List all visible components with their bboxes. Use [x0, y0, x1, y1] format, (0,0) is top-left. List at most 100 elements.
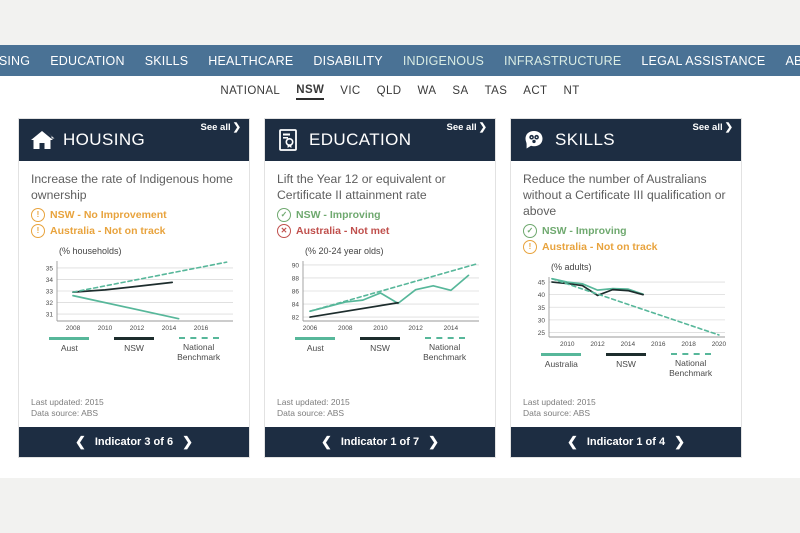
- state-tab-vic[interactable]: VIC: [340, 85, 360, 99]
- status-badge-australia: ! Australia - Not on track: [523, 240, 729, 254]
- status-badge-nsw: ✓ NSW - Improving: [523, 224, 729, 238]
- status-label: NSW - Improving: [296, 209, 381, 221]
- legend-swatch-solid-dark: [605, 353, 646, 356]
- indicator-counter: Indicator 3 of 6: [94, 436, 174, 448]
- svg-text:35: 35: [538, 305, 546, 312]
- svg-text:2020: 2020: [712, 341, 727, 348]
- chart-unit-label: (% households): [59, 246, 122, 256]
- svg-text:2008: 2008: [338, 325, 353, 332]
- state-tab-tas[interactable]: TAS: [485, 85, 508, 99]
- nav-item-legal-assistance[interactable]: LEGAL ASSISTANCE: [631, 54, 775, 68]
- svg-text:2012: 2012: [130, 325, 145, 332]
- status-label: Australia - Not on track: [50, 225, 166, 237]
- chevron-right-icon[interactable]: ❯: [674, 434, 685, 450]
- legend-label: National Benchmark: [669, 358, 713, 378]
- legend-item: Aust: [37, 337, 101, 362]
- state-tab-nt[interactable]: NT: [563, 85, 579, 99]
- see-all-link[interactable]: See all ❯: [447, 122, 488, 133]
- legend-item: NSW: [348, 337, 412, 362]
- svg-text:2014: 2014: [162, 325, 177, 332]
- legend-label: National Benchmark: [423, 342, 467, 362]
- legend-swatch-solid-dark: [359, 337, 400, 340]
- svg-text:82: 82: [292, 315, 300, 322]
- page-root: HOUSING EDUCATION SKILLS HEALTHCARE DISA…: [0, 0, 800, 533]
- chevron-left-icon[interactable]: ❮: [321, 434, 332, 450]
- cross-icon: ✕: [277, 224, 291, 238]
- last-updated-text: Last updated: 2015: [277, 397, 350, 407]
- legend-item: NSW: [594, 353, 658, 378]
- status-label: NSW - No Improvement: [50, 209, 167, 221]
- chart-unit-label: (% adults): [551, 262, 592, 272]
- nav-item-disability[interactable]: DISABILITY: [303, 54, 392, 68]
- nav-item-about[interactable]: ABOUT: [775, 54, 800, 68]
- chevron-right-icon: ❯: [724, 122, 733, 133]
- chart-legend: Aust NSW National Benchmark: [277, 337, 483, 362]
- legend-swatch-dashed-teal: [670, 353, 711, 355]
- warning-icon: !: [523, 240, 537, 254]
- chevron-right-icon: ❯: [478, 122, 487, 133]
- state-tab-nsw[interactable]: NSW: [296, 84, 325, 100]
- indicator-card-housing: HOUSING See all ❯ Increase the rate of I…: [18, 118, 250, 458]
- legend-item: Aust: [283, 337, 347, 362]
- state-selector: NATIONAL NSW VIC QLD WA SA TAS ACT NT: [0, 76, 800, 108]
- chevron-right-icon[interactable]: ❯: [182, 434, 193, 450]
- status-badge-nsw: ✓ NSW - Improving: [277, 208, 483, 222]
- nav-item-healthcare[interactable]: HEALTHCARE: [198, 54, 303, 68]
- check-icon: ✓: [277, 208, 291, 222]
- indicator-chart-skills: (% adults) 25 30 35 40 45 2010 2012 2014 2016 201…: [523, 262, 729, 397]
- indicator-pager[interactable]: ❮ Indicator 3 of 6 ❯: [19, 427, 249, 457]
- indicator-pager[interactable]: ❮ Indicator 1 of 4 ❯: [511, 427, 741, 457]
- certificate-icon: [275, 127, 301, 153]
- svg-text:2010: 2010: [560, 341, 575, 348]
- indicator-counter: Indicator 1 of 4: [586, 436, 666, 448]
- svg-text:32: 32: [46, 300, 54, 307]
- svg-text:2006: 2006: [303, 325, 318, 332]
- svg-text:86: 86: [292, 289, 300, 296]
- legend-swatch-solid-teal: [541, 353, 582, 356]
- indicator-card-education: EDUCATION See all ❯ Lift the Year 12 or …: [264, 118, 496, 458]
- last-updated-text: Last updated: 2015: [31, 397, 104, 407]
- status-badge-australia: ! Australia - Not on track: [31, 224, 237, 238]
- nav-item-education[interactable]: EDUCATION: [40, 54, 135, 68]
- card-header: HOUSING See all ❯: [19, 119, 249, 161]
- chart-canvas: 25 30 35 40 45 2010 2012 2014 2016 2018 2020: [538, 277, 727, 348]
- nav-item-housing[interactable]: HOUSING: [0, 54, 40, 68]
- indicator-pager[interactable]: ❮ Indicator 1 of 7 ❯: [265, 427, 495, 457]
- indicator-counter: Indicator 1 of 7: [340, 436, 420, 448]
- nav-item-indigenous[interactable]: INDIGENOUS: [393, 54, 494, 68]
- svg-text:2010: 2010: [98, 325, 113, 332]
- chart-canvas: 31 32 33 34 35 2008 2010 2012 2014 2016: [46, 261, 233, 332]
- chevron-right-icon[interactable]: ❯: [428, 434, 439, 450]
- primary-navigation: HOUSING EDUCATION SKILLS HEALTHCARE DISA…: [0, 45, 800, 76]
- state-tab-qld[interactable]: QLD: [377, 85, 402, 99]
- see-all-link[interactable]: See all ❯: [693, 122, 734, 133]
- card-title: SKILLS: [555, 130, 616, 149]
- warning-icon: !: [31, 208, 45, 222]
- state-tab-wa[interactable]: WA: [418, 85, 437, 99]
- svg-text:2016: 2016: [194, 325, 209, 332]
- legend-item: NSW: [102, 337, 166, 362]
- legend-swatch-dashed-teal: [424, 337, 465, 339]
- legend-item: National Benchmark: [413, 337, 477, 362]
- svg-text:30: 30: [538, 317, 546, 324]
- check-icon: ✓: [523, 224, 537, 238]
- chevron-left-icon[interactable]: ❮: [567, 434, 578, 450]
- data-source-text: Data source: ABS: [277, 408, 345, 418]
- nav-item-infrastructure[interactable]: INFRASTRUCTURE: [494, 54, 631, 68]
- chart-unit-label: (% 20-24 year olds): [305, 246, 384, 256]
- svg-text:90: 90: [292, 263, 300, 270]
- state-tab-sa[interactable]: SA: [452, 85, 468, 99]
- chart-legend: Australia NSW National Benchmark: [523, 353, 729, 378]
- last-updated-text: Last updated: 2015: [523, 397, 596, 407]
- svg-text:2016: 2016: [651, 341, 666, 348]
- legend-item: National Benchmark: [659, 353, 723, 378]
- state-tab-national[interactable]: NATIONAL: [220, 85, 280, 99]
- chart-canvas: 82 84 86 88 90 2006 2008 2010 2012 2014: [292, 261, 479, 332]
- state-tab-act[interactable]: ACT: [523, 85, 547, 99]
- nav-item-skills[interactable]: SKILLS: [135, 54, 199, 68]
- chevron-left-icon[interactable]: ❮: [75, 434, 86, 450]
- chevron-right-icon: ❯: [232, 122, 241, 133]
- see-all-link[interactable]: See all ❯: [201, 122, 242, 133]
- card-body: Increase the rate of Indigenous home own…: [19, 161, 249, 397]
- indicator-card-grid: HOUSING See all ❯ Increase the rate of I…: [0, 108, 800, 478]
